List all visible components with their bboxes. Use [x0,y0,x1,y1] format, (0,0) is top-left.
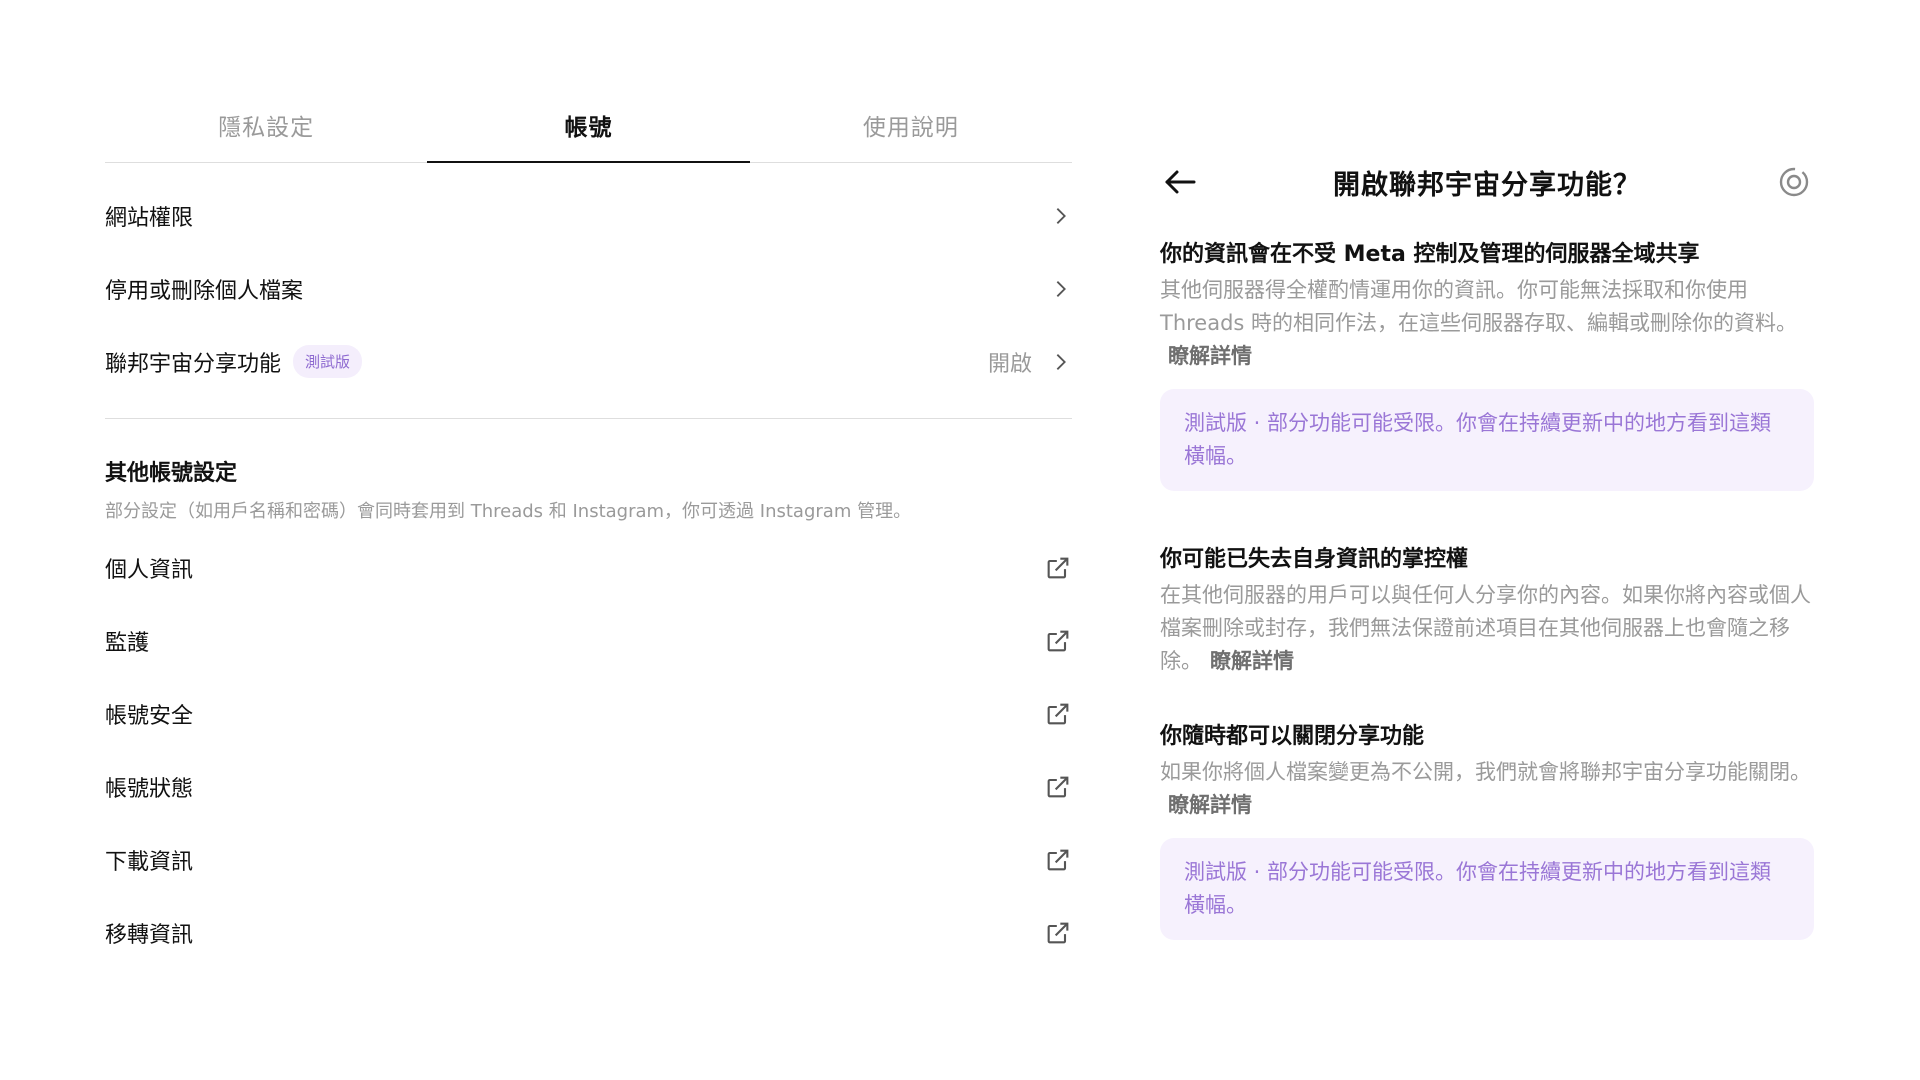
external-link-icon [1047,557,1069,578]
external-link-icon [1047,703,1069,724]
page: 隱私設定 帳號 使用說明 網站權限 停用或刪除個人檔案 聯邦宇宙分享功能 測試版… [0,0,1920,1080]
row-deactivate-delete-profile[interactable]: 停用或刪除個人檔案 [105,252,1072,325]
section-title: 你的資訊會在不受 Meta 控制及管理的伺服器全域共享 [1160,242,1700,267]
dialog-title: 開啟聯邦宇宙分享功能？ [1333,169,1641,201]
tab-privacy[interactable]: 隱私設定 [105,88,427,162]
external-link-icon [1047,776,1069,797]
tab-bar: 隱私設定 帳號 使用說明 [105,88,1072,163]
settings-panel: 隱私設定 帳號 使用說明 網站權限 停用或刪除個人檔案 聯邦宇宙分享功能 測試版… [105,88,1072,969]
section-text: 其他伺服器得全權酌情運用你的資訊。你可能無法採取和你使用 Threads 時的相… [1160,278,1798,335]
section-title: 你隨時都可以關閉分享功能 [1160,724,1425,749]
chevron-right-icon [1056,280,1066,297]
back-arrow-icon[interactable] [1160,162,1200,202]
row-label: 個人資訊 [105,557,194,583]
divider [105,418,1072,419]
external-settings-list: 個人資訊 監護 帳號安全 帳號狀態 下載資訊 移轉資訊 [105,531,1072,969]
dialog-header: 開啟聯邦宇宙分享功能？ [1160,150,1814,214]
row-label: 停用或刪除個人檔案 [105,278,304,304]
row-supervision[interactable]: 監護 [105,604,1072,677]
row-label: 聯邦宇宙分享功能 [105,351,282,377]
row-label: 移轉資訊 [105,922,194,948]
row-account-security[interactable]: 帳號安全 [105,677,1072,750]
fediverse-dialog: 開啟聯邦宇宙分享功能？ 你的資訊會在不受 Meta 控制及管理的伺服器全域共享 … [1160,150,1814,940]
other-settings-title: 其他帳號設定 [105,461,238,486]
beta-badge: 測試版 [293,345,363,378]
other-settings-subtitle: 部分設定（如用戶名稱和密碼）會同時套用到 Threads 和 Instagram… [105,501,912,522]
account-settings-list: 網站權限 停用或刪除個人檔案 聯邦宇宙分享功能 測試版 開啟 [105,163,1072,398]
row-label: 帳號安全 [105,703,194,729]
row-website-permissions[interactable]: 網站權限 [105,179,1072,252]
row-label: 帳號狀態 [105,776,194,802]
row-label: 網站權限 [105,205,194,231]
beta-banner: 測試版 · 部分功能可能受限。你會在持續更新中的地方看到這類橫幅。 [1160,838,1814,940]
tab-help[interactable]: 使用說明 [750,88,1072,162]
row-personal-info[interactable]: 個人資訊 [105,531,1072,604]
row-download-info[interactable]: 下載資訊 [105,823,1072,896]
external-link-icon [1047,630,1069,651]
row-account-status[interactable]: 帳號狀態 [105,750,1072,823]
section-body: 如果你將個人檔案變更為不公開，我們就會將聯邦宇宙分享功能關閉。瞭解詳情 [1160,756,1814,822]
beta-banner: 測試版 · 部分功能可能受限。你會在持續更新中的地方看到這類橫幅。 [1160,389,1814,491]
tab-account[interactable]: 帳號 [427,88,750,163]
fediverse-status-value: 開啟 [987,351,1032,377]
chevron-right-icon [1056,207,1066,224]
row-fediverse-sharing[interactable]: 聯邦宇宙分享功能 測試版 開啟 [105,325,1072,398]
learn-more-link[interactable]: 瞭解詳情 [1168,793,1252,817]
fediverse-icon [1779,167,1809,197]
row-label: 下載資訊 [105,849,194,875]
external-link-icon [1047,922,1069,943]
chevron-right-icon [1056,353,1066,370]
section-title: 你可能已失去自身資訊的掌控權 [1160,547,1469,572]
section-text: 如果你將個人檔案變更為不公開，我們就會將聯邦宇宙分享功能關閉。 [1160,760,1811,784]
section-body: 其他伺服器得全權酌情運用你的資訊。你可能無法採取和你使用 Threads 時的相… [1160,274,1814,373]
learn-more-link[interactable]: 瞭解詳情 [1210,649,1294,673]
row-label: 監護 [105,630,150,656]
external-link-icon [1047,849,1069,870]
section-body: 在其他伺服器的用戶可以與任何人分享你的內容。如果你將內容或個人檔案刪除或封存，我… [1160,579,1814,678]
learn-more-link[interactable]: 瞭解詳情 [1168,344,1252,368]
row-transfer-info[interactable]: 移轉資訊 [105,896,1072,969]
